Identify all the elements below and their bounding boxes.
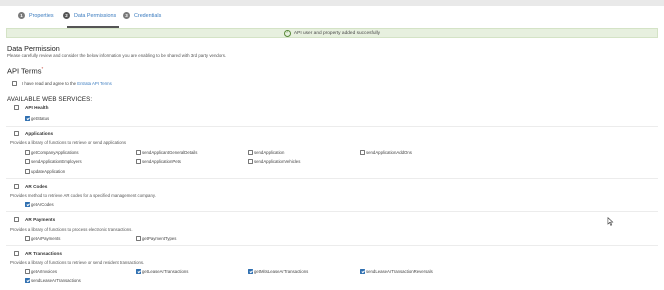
wizard-stepper: 1 Properties 2 Data Permissions 3 Creden… (6, 8, 658, 29)
getarcodes-label: getArCodes (31, 202, 54, 207)
mouse-cursor-icon (607, 217, 614, 226)
sendapplicationemployers-label: sendApplicationEmployers (31, 159, 82, 164)
check-circle-icon: ✓ (283, 29, 291, 37)
sendleasear-transactionreversals-checkbox[interactable] (360, 269, 365, 274)
api-health-title: API Health (25, 105, 49, 110)
ar-transactions-title: AR Transactions (25, 251, 62, 256)
available-web-services-heading: AVAILABLE WEB SERVICES: (7, 96, 93, 103)
sendleasear-transactions-checkbox[interactable] (25, 278, 30, 283)
required-mark: * (41, 66, 44, 71)
step-label: Credentials (134, 12, 162, 19)
getpaymenttypes-checkbox[interactable] (136, 236, 141, 241)
divider (6, 126, 658, 127)
divider (6, 178, 658, 179)
divider (6, 211, 658, 212)
step-data-permissions[interactable]: 2 Data Permissions (63, 12, 116, 19)
ar-codes-desc: Provides method to retrieve AR codes for… (10, 193, 156, 198)
ar-payments-checkbox[interactable] (14, 217, 19, 222)
applications-checkbox[interactable] (14, 131, 19, 136)
ar-codes-checkbox[interactable] (14, 184, 19, 189)
page-title: Data Permission (7, 44, 60, 53)
step-number: 2 (63, 12, 70, 19)
step-credentials[interactable]: 3 Credentials (123, 12, 161, 19)
getarinvoices-label: getArInvoices (31, 269, 58, 274)
sendapplication-label: sendApplication (254, 150, 285, 155)
top-band (0, 0, 664, 6)
success-message: API user and property added succesfully (293, 30, 381, 36)
divider (6, 245, 658, 246)
sendapplicationpets-checkbox[interactable] (136, 159, 141, 164)
step-label: Properties (29, 12, 54, 19)
sendapplicationaddons-checkbox[interactable] (360, 150, 365, 155)
getstatus-label: getStatus (31, 116, 50, 121)
applications-title: Applications (25, 131, 54, 136)
getarinvoices-checkbox[interactable] (25, 269, 30, 274)
ar-payments-desc: Provides a library of functions to proce… (10, 227, 133, 232)
sendapplicationaddons-label: sendApplicationAddOns (366, 150, 412, 155)
agree-terms-label: I have read and agree to the Entrata API… (22, 81, 112, 86)
ar-transactions-checkbox[interactable] (14, 251, 19, 256)
sendapplicationpets-label: sendApplicationPets (142, 159, 181, 164)
applications-desc: Provides a library of functions to retri… (10, 140, 127, 145)
ar-transactions-desc: Provides a library of functions to retri… (10, 260, 145, 265)
sendleasear-transactions-label: sendLeaseArTransactions (31, 278, 81, 283)
sendapplicationvehicles-checkbox[interactable] (248, 159, 253, 164)
sendleasear-transactionreversals-label: sendLeaseArTransactionReversals (366, 269, 433, 274)
getmitsleasear-transactions-checkbox[interactable] (248, 269, 253, 274)
sendapplication-checkbox[interactable] (248, 150, 253, 155)
getcompanyapplications-label: getCompanyApplications (31, 150, 79, 155)
getarcodes-checkbox[interactable] (25, 202, 30, 207)
sendapplicationvehicles-label: sendApplicationVehicles (254, 159, 301, 164)
step-number: 1 (18, 12, 25, 19)
step-label: Data Permissions (74, 12, 117, 19)
getarpayments-label: getArPayments (31, 236, 61, 241)
sendapplicantgeneraldetails-label: sendApplicantGeneralDetails (142, 150, 198, 155)
entrata-api-terms-link[interactable]: Entrata API Terms (77, 81, 112, 86)
getleasear-transactions-label: getLeaseArTransactions (142, 269, 189, 274)
api-health-checkbox[interactable] (14, 105, 19, 110)
step-properties[interactable]: 1 Properties (18, 12, 54, 19)
ar-codes-title: AR Codes (25, 184, 48, 189)
api-terms-title: API Terms (7, 66, 42, 76)
getleasear-transactions-checkbox[interactable] (136, 269, 141, 274)
agree-terms-text: I have read and agree to the (22, 81, 76, 86)
getcompanyapplications-checkbox[interactable] (25, 150, 30, 155)
step-number: 3 (123, 12, 130, 19)
getpaymenttypes-label: getPaymentTypes (142, 236, 177, 241)
sendapplicantgeneraldetails-checkbox[interactable] (136, 150, 141, 155)
success-banner: ✓ API user and property added succesfull… (6, 28, 658, 38)
getmitsleasear-transactions-label: getMitsLeaseArTransactions (254, 269, 309, 274)
api-terms-heading: API Terms* (7, 66, 43, 76)
getstatus-checkbox[interactable] (25, 116, 30, 121)
updateapplication-label: updateApplication (31, 169, 66, 174)
page-subtitle: Please carefully review and consider the… (7, 53, 227, 58)
ar-payments-title: AR Payments (25, 217, 56, 222)
updateapplication-checkbox[interactable] (25, 169, 30, 174)
sendapplicationemployers-checkbox[interactable] (25, 159, 30, 164)
agree-terms-checkbox[interactable] (12, 81, 17, 86)
getarpayments-checkbox[interactable] (25, 236, 30, 241)
